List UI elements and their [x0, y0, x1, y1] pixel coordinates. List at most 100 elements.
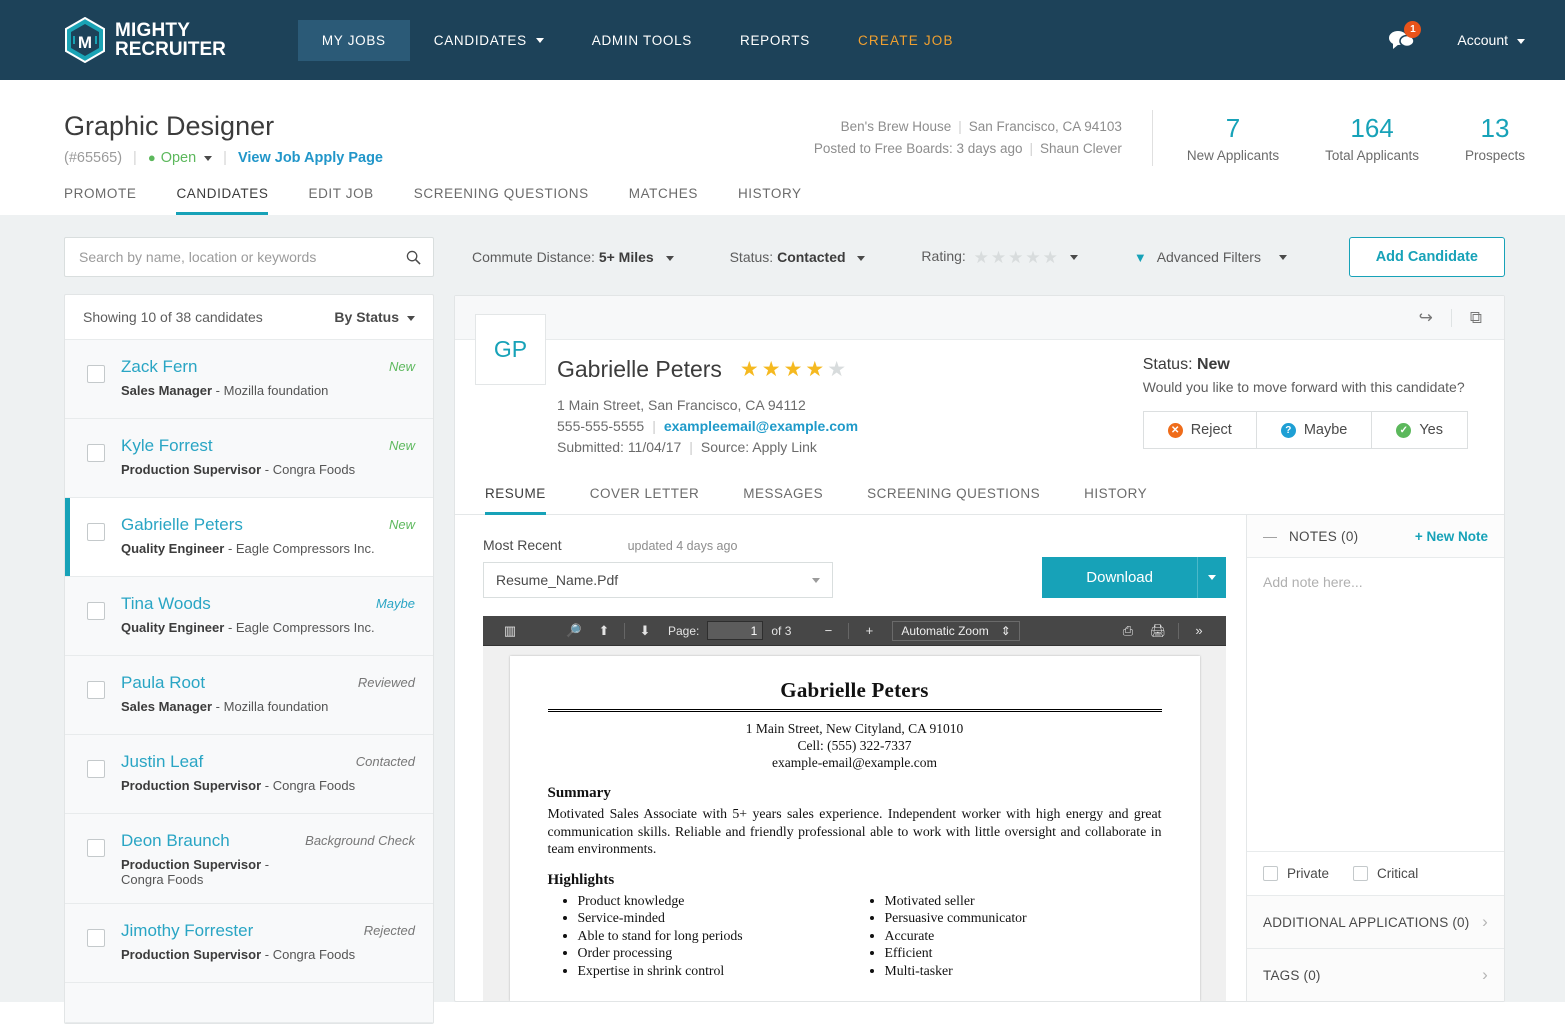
- additional-applications-section[interactable]: ADDITIONAL APPLICATIONS (0) ›: [1247, 895, 1504, 948]
- star-icon[interactable]: ★: [762, 359, 781, 380]
- zoom-out-icon[interactable]: −: [813, 623, 843, 638]
- list-item[interactable]: Paula Root Sales Manager - Mozilla found…: [65, 656, 433, 735]
- print-icon[interactable]: 🖨: [1143, 623, 1173, 639]
- tags-section[interactable]: TAGS (0) ›: [1247, 948, 1504, 1001]
- candidate-name-link[interactable]: Jimothy Forrester: [121, 920, 364, 942]
- checkbox-box[interactable]: [1263, 866, 1278, 881]
- stat-total-applicants[interactable]: 164 Total Applicants: [1325, 112, 1419, 163]
- star-icon[interactable]: ★: [1025, 249, 1040, 266]
- download-options-button[interactable]: [1197, 557, 1226, 598]
- tab-history[interactable]: HISTORY: [718, 186, 822, 215]
- candidate-name-link[interactable]: Gabrielle Peters: [121, 514, 389, 536]
- list-item[interactable]: Deon Braunch Production Supervisor - Con…: [65, 814, 433, 904]
- sidebar-toggle-icon[interactable]: ▥: [495, 623, 525, 639]
- tab-resume[interactable]: RESUME: [485, 476, 568, 515]
- search-input[interactable]: [77, 248, 406, 266]
- row-checkbox[interactable]: [87, 929, 105, 947]
- candidate-name-link[interactable]: Tina Woods: [121, 593, 376, 615]
- nav-item-reports[interactable]: REPORTS: [716, 20, 834, 61]
- star-icon[interactable]: ★: [974, 249, 989, 266]
- tab-matches[interactable]: MATCHES: [609, 186, 718, 215]
- tab-edit-job[interactable]: EDIT JOB: [288, 186, 393, 215]
- zoom-in-icon[interactable]: +: [854, 623, 884, 638]
- brand-logo[interactable]: M MIGHTY RECRUITER: [64, 17, 226, 63]
- view-job-apply-page-link[interactable]: View Job Apply Page: [238, 150, 383, 166]
- candidate-name-link[interactable]: Kyle Forrest: [121, 435, 389, 457]
- next-page-icon[interactable]: ⬇: [630, 623, 660, 639]
- rating-filter[interactable]: Rating: ★ ★ ★ ★ ★: [921, 248, 1078, 266]
- share-icon[interactable]: ↪: [1419, 308, 1433, 328]
- list-item[interactable]: [65, 983, 433, 1023]
- nav-item-my-jobs[interactable]: MY JOBS: [297, 19, 410, 61]
- private-checkbox[interactable]: Private: [1263, 866, 1329, 881]
- note-input[interactable]: Add note here...: [1247, 558, 1504, 851]
- list-item[interactable]: Kyle Forrest Production Supervisor - Con…: [65, 419, 433, 498]
- copy-icon[interactable]: ⧉: [1470, 308, 1482, 328]
- nav-item-admin-tools[interactable]: ADMIN TOOLS: [568, 20, 716, 61]
- candidate-name-link[interactable]: Deon Braunch: [121, 830, 305, 852]
- nav-item-candidates[interactable]: CANDIDATES: [410, 20, 568, 61]
- download-button[interactable]: Download: [1042, 557, 1197, 598]
- star-icon[interactable]: ★: [805, 359, 824, 380]
- tab-cover-letter[interactable]: COVER LETTER: [568, 476, 722, 514]
- tab-candidates[interactable]: CANDIDATES: [156, 186, 288, 215]
- candidate-email-link[interactable]: exampleemail@example.com: [664, 418, 858, 434]
- advanced-filters-button[interactable]: ▼ Advanced Filters: [1134, 249, 1287, 265]
- row-checkbox[interactable]: [87, 681, 105, 699]
- maybe-button[interactable]: ? Maybe: [1255, 411, 1373, 449]
- previous-page-icon[interactable]: ⬆: [589, 623, 619, 639]
- job-id: (#65565): [64, 150, 123, 166]
- messages-button[interactable]: 1: [1387, 21, 1422, 53]
- account-menu[interactable]: Account: [1457, 32, 1525, 48]
- list-item[interactable]: Tina Woods Quality Engineer - Eagle Comp…: [65, 577, 433, 656]
- tab-messages[interactable]: MESSAGES: [721, 476, 845, 514]
- list-item[interactable]: Zack Fern Sales Manager - Mozilla founda…: [65, 340, 433, 419]
- row-checkbox[interactable]: [87, 523, 105, 541]
- row-checkbox[interactable]: [87, 444, 105, 462]
- tab-history[interactable]: HISTORY: [1062, 476, 1169, 514]
- zoom-level-select[interactable]: Automatic Zoom ⇕: [892, 620, 1020, 641]
- tab-promote[interactable]: PROMOTE: [64, 186, 156, 215]
- candidate-rating[interactable]: ★ ★ ★ ★ ★: [740, 359, 846, 380]
- page-number-input[interactable]: [707, 621, 764, 640]
- resume-file-select[interactable]: Resume_Name.Pdf: [483, 562, 833, 598]
- row-checkbox[interactable]: [87, 839, 105, 857]
- new-note-button[interactable]: + New Note: [1415, 529, 1488, 544]
- list-item-selected[interactable]: Gabrielle Peters Quality Engineer - Eagl…: [65, 498, 433, 577]
- find-search-icon[interactable]: 🔎: [559, 623, 589, 639]
- row-checkbox[interactable]: [87, 760, 105, 778]
- reject-button[interactable]: ✕ Reject: [1142, 411, 1257, 449]
- star-icon[interactable]: ★: [1043, 249, 1058, 266]
- rating-stars[interactable]: ★ ★ ★ ★ ★: [974, 249, 1058, 266]
- search-bar[interactable]: [64, 237, 434, 277]
- star-icon[interactable]: ★: [1008, 249, 1023, 266]
- candidate-name-link[interactable]: Justin Leaf: [121, 751, 356, 773]
- tab-screening-questions[interactable]: SCREENING QUESTIONS: [394, 186, 609, 215]
- star-icon[interactable]: ★: [784, 359, 803, 380]
- sort-by-status-dropdown[interactable]: By Status: [334, 309, 415, 325]
- more-tools-icon[interactable]: »: [1184, 623, 1214, 638]
- nav-item-create-job[interactable]: CREATE JOB: [834, 20, 978, 61]
- commute-distance-filter[interactable]: Commute Distance: 5+ Miles: [472, 249, 674, 265]
- list-item[interactable]: Justin Leaf Production Supervisor - Cong…: [65, 735, 433, 814]
- star-icon[interactable]: ★: [991, 249, 1006, 266]
- critical-checkbox[interactable]: Critical: [1353, 866, 1418, 881]
- candidate-name-link[interactable]: Zack Fern: [121, 356, 389, 378]
- row-checkbox[interactable]: [87, 365, 105, 383]
- candidate-name-link[interactable]: Paula Root: [121, 672, 358, 694]
- row-checkbox[interactable]: [87, 602, 105, 620]
- open-file-icon[interactable]: ⎙: [1113, 623, 1143, 639]
- star-icon[interactable]: ★: [827, 359, 846, 380]
- star-icon[interactable]: ★: [740, 359, 759, 380]
- tab-screening-questions[interactable]: SCREENING QUESTIONS: [845, 476, 1062, 514]
- pdf-page-viewport[interactable]: Gabrielle Peters 1 Main Street, New City…: [483, 646, 1226, 1001]
- yes-button[interactable]: ✓ Yes: [1371, 411, 1468, 449]
- job-status-dropdown[interactable]: ● Open: [148, 150, 213, 166]
- list-item[interactable]: Jimothy Forrester Production Supervisor …: [65, 904, 433, 983]
- stat-prospects[interactable]: 13 Prospects: [1465, 112, 1525, 163]
- collapse-icon[interactable]: —: [1263, 528, 1277, 544]
- status-filter[interactable]: Status: Contacted: [730, 249, 866, 265]
- add-candidate-button[interactable]: Add Candidate: [1348, 237, 1505, 277]
- checkbox-box[interactable]: [1353, 866, 1369, 881]
- stat-new-applicants[interactable]: 7 New Applicants: [1187, 112, 1279, 163]
